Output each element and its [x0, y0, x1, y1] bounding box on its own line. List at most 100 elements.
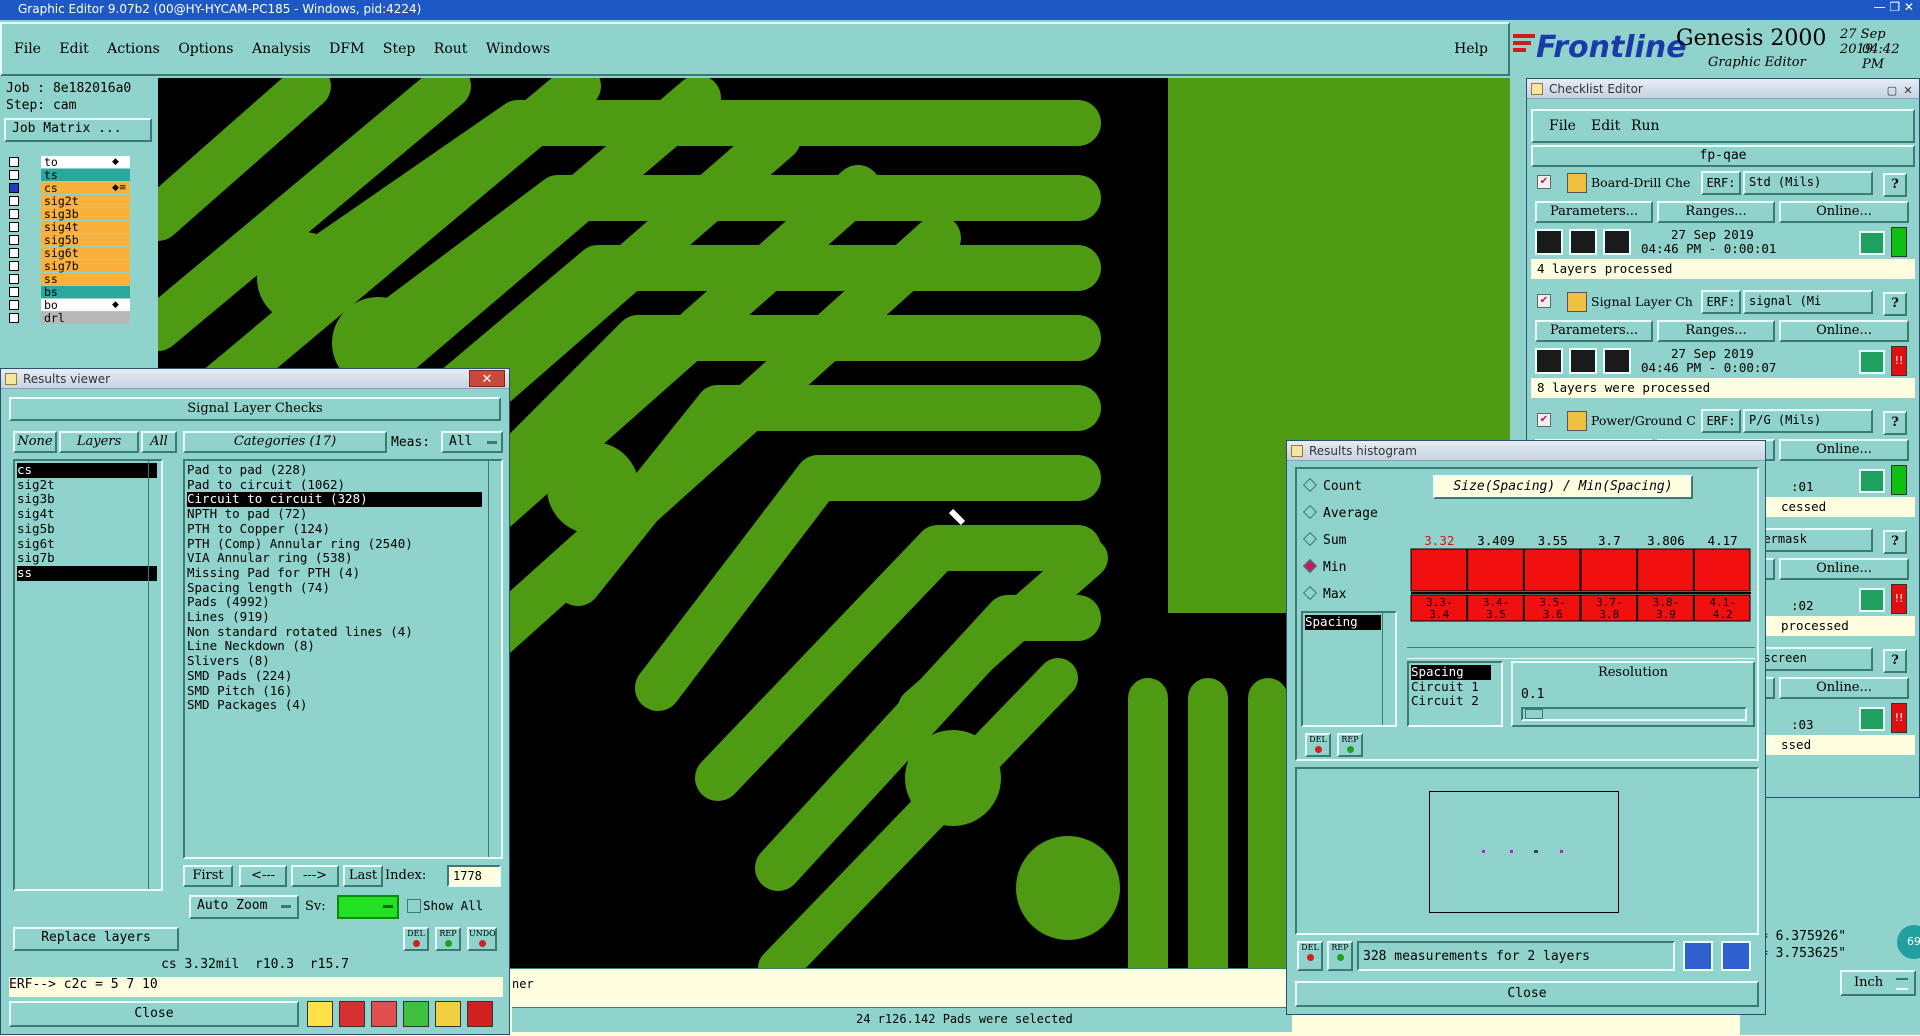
menu-windows[interactable]: Windows — [486, 41, 550, 57]
del-button[interactable]: DEL — [403, 927, 429, 951]
checklist-close-icon[interactable]: ✕ — [1901, 81, 1915, 97]
online-button[interactable]: Online... — [1779, 677, 1909, 699]
show-all-checkbox[interactable] — [407, 899, 421, 913]
menu-analysis[interactable]: Analysis — [252, 41, 311, 57]
sub-field-list[interactable]: Spacing Circuit 1 Circuit 2 — [1407, 661, 1503, 727]
sv-color-select[interactable] — [337, 895, 399, 919]
parameters-button[interactable]: Parameters... — [1535, 201, 1653, 223]
layer-checkbox[interactable] — [9, 313, 19, 323]
layer-checkbox[interactable] — [9, 235, 19, 245]
category-item[interactable]: PTH to Copper (124) — [187, 521, 482, 537]
meas-select[interactable]: All — [441, 431, 503, 453]
run-icon[interactable] — [1603, 229, 1631, 255]
category-item[interactable]: SMD Packages (4) — [187, 698, 482, 713]
left-field-scrollbar[interactable] — [1382, 613, 1395, 725]
auto-zoom-select[interactable]: Auto Zoom — [189, 895, 299, 919]
histogram-bar[interactable] — [1693, 548, 1751, 592]
layer-row[interactable]: bs — [4, 286, 154, 299]
category-item[interactable]: Non standard rotated lines (4) — [187, 624, 482, 640]
category-item[interactable]: NPTH to pad (72) — [187, 506, 482, 522]
menu-edit[interactable]: Edit — [59, 41, 88, 57]
first-button[interactable]: First — [183, 865, 233, 887]
menu-dfm[interactable]: DFM — [329, 41, 364, 57]
help-button[interactable]: ? — [1883, 411, 1907, 435]
layer-checkbox[interactable] — [9, 261, 19, 271]
histogram-chart[interactable]: 3.323.3-3.43.4093.4-3.53.553.5-3.63.73.7… — [1407, 507, 1755, 645]
layer-row[interactable]: sig6t — [4, 247, 154, 260]
layer-checkbox[interactable] — [9, 300, 19, 310]
hist-footer-del-button[interactable]: DEL — [1297, 941, 1323, 971]
layer-row[interactable]: sig2t — [4, 195, 154, 208]
hist-del-button[interactable]: DEL — [1305, 733, 1331, 757]
sub-field-item[interactable]: Circuit 1 — [1411, 679, 1491, 695]
menu-rout[interactable]: Rout — [434, 41, 468, 57]
check-toggle-icon[interactable]: ✔ — [1537, 294, 1551, 308]
mode-radio[interactable]: Count — [1302, 477, 1362, 495]
checklist-titlebar[interactable]: Checklist Editor ▢ ✕ — [1527, 79, 1919, 99]
layer-checkbox[interactable] — [9, 170, 19, 180]
check-toggle-icon[interactable]: ✔ — [1537, 175, 1551, 189]
menu-file[interactable]: File — [14, 41, 41, 57]
histogram-scrollbar[interactable] — [1407, 647, 1755, 659]
mode-radio[interactable]: Sum — [1302, 531, 1346, 549]
run-icon[interactable] — [1535, 348, 1563, 374]
run-icon[interactable] — [1603, 348, 1631, 374]
erf-button[interactable]: ERF: — [1701, 409, 1741, 433]
tool-icon-1[interactable] — [307, 1001, 333, 1027]
menu-actions[interactable]: Actions — [107, 41, 160, 57]
menu-options[interactable]: Options — [178, 41, 233, 57]
resolution-slider-handle[interactable] — [1525, 709, 1543, 719]
ranges-button[interactable]: Ranges... — [1657, 201, 1775, 223]
checklist-menu-file[interactable]: File — [1549, 118, 1576, 134]
sub-field-item[interactable]: Spacing — [1411, 664, 1491, 680]
online-button[interactable]: Online... — [1779, 201, 1909, 223]
category-item[interactable]: Pad to circuit (1062) — [187, 477, 482, 493]
rep-button[interactable]: REP — [435, 927, 461, 951]
category-item[interactable]: Line Neckdown (8) — [187, 639, 482, 654]
all-button[interactable]: All — [141, 431, 177, 453]
histogram-titlebar[interactable]: Results histogram — [1287, 441, 1765, 461]
none-button[interactable]: None — [13, 431, 57, 453]
category-item[interactable]: SMD Pads (224) — [187, 668, 482, 684]
histogram-bar[interactable] — [1637, 548, 1694, 592]
layer-row[interactable]: sig4t — [4, 221, 154, 234]
help-button[interactable]: ? — [1883, 649, 1907, 673]
export-icon-1[interactable] — [1683, 941, 1713, 971]
tool-icon-3[interactable] — [371, 1001, 397, 1027]
layer-checkbox[interactable] — [9, 183, 19, 193]
prev-button[interactable]: <--- — [239, 865, 287, 887]
close-window-icon[interactable]: ✕ — [469, 370, 505, 387]
undo-button[interactable]: UNDO — [467, 927, 497, 951]
ranges-button[interactable]: Ranges... — [1657, 320, 1775, 342]
mode-radio[interactable]: Average — [1302, 504, 1378, 522]
layers-button[interactable]: Layers — [59, 431, 139, 453]
online-button[interactable]: Online... — [1779, 439, 1909, 461]
tool-icon-5[interactable] — [435, 1001, 461, 1027]
zoom-icon[interactable] — [1859, 588, 1885, 612]
job-matrix-button[interactable]: Job Matrix ... — [4, 118, 152, 142]
results-close-button[interactable]: Close — [9, 1001, 299, 1027]
layer-checkbox[interactable] — [9, 248, 19, 258]
categories-button[interactable]: Categories (17) — [183, 431, 387, 453]
layer-row[interactable]: to ◆ — [4, 156, 154, 169]
layer-row[interactable]: drl — [4, 312, 154, 325]
help-button[interactable]: ? — [1883, 530, 1907, 554]
category-item[interactable]: Missing Pad for PTH (4) — [187, 565, 482, 581]
result-layer-item[interactable]: sig7b — [17, 551, 157, 566]
category-item[interactable]: SMD Pitch (16) — [187, 683, 482, 699]
erf-button[interactable]: ERF: — [1701, 290, 1741, 314]
category-item[interactable]: VIA Annular ring (538) — [187, 551, 482, 566]
hist-footer-rep-button[interactable]: REP — [1327, 941, 1353, 971]
category-item[interactable]: Slivers (8) — [187, 653, 482, 669]
parameters-button[interactable]: Parameters... — [1535, 320, 1653, 342]
hist-rep-button[interactable]: REP — [1337, 733, 1363, 757]
layer-checkbox[interactable] — [9, 274, 19, 284]
tool-icon-2[interactable] — [339, 1001, 365, 1027]
run-icon[interactable] — [1569, 348, 1597, 374]
tool-icon-6[interactable] — [467, 1001, 493, 1027]
layer-row[interactable]: sig3b — [4, 208, 154, 221]
category-list[interactable]: Pad to pad (228) Pad to circuit (1062) Cir… — [183, 459, 503, 859]
layer-row[interactable]: bo ◆ — [4, 299, 154, 312]
checklist-menu-edit[interactable]: Edit — [1591, 118, 1620, 134]
checklist-minimize-icon[interactable]: ▢ — [1885, 81, 1899, 97]
